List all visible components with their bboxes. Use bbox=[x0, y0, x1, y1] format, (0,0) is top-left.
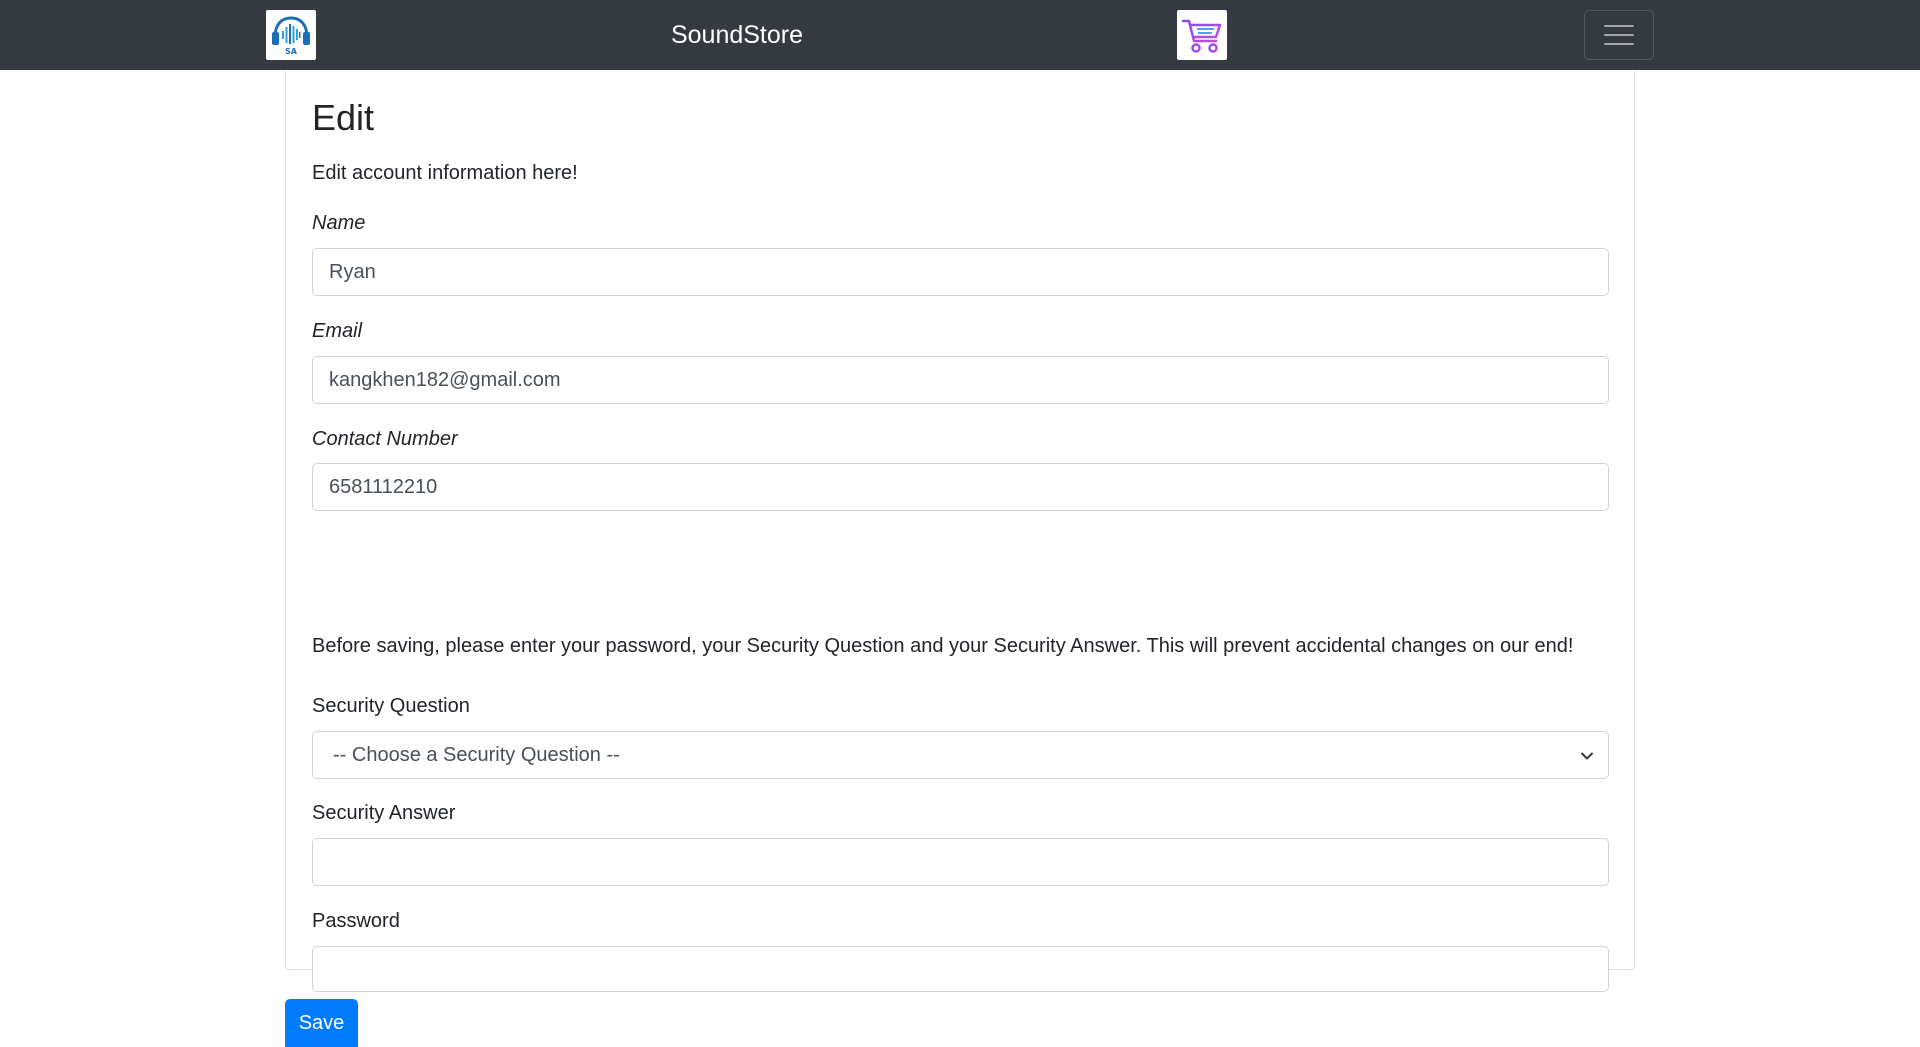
save-notice-text: Before saving, please enter your passwor… bbox=[312, 635, 1574, 657]
page-title: Edit bbox=[312, 97, 375, 138]
cart-button[interactable] bbox=[1177, 10, 1227, 60]
site-logo[interactable]: SA bbox=[266, 10, 316, 60]
hamburger-menu-icon bbox=[1604, 34, 1634, 36]
name-input[interactable] bbox=[312, 248, 1609, 296]
navbar: SA SoundStore bbox=[0, 0, 1920, 70]
brand-name[interactable]: SoundStore bbox=[600, 18, 874, 52]
security-answer-label: Security Answer bbox=[312, 802, 456, 824]
hamburger-menu-icon bbox=[1604, 43, 1634, 45]
security-answer-input[interactable] bbox=[312, 838, 1609, 886]
navbar-toggler-button[interactable] bbox=[1584, 10, 1654, 60]
security-question-select[interactable]: -- Choose a Security Question -- bbox=[312, 731, 1609, 779]
email-label: Email bbox=[312, 320, 363, 342]
shopping-cart-icon bbox=[1181, 19, 1222, 53]
password-label: Password bbox=[312, 910, 400, 932]
password-input[interactable] bbox=[312, 946, 1609, 992]
hamburger-menu-icon bbox=[1604, 25, 1634, 27]
contact-number-label: Contact Number bbox=[312, 428, 458, 450]
edit-account-card: Edit Edit account information here! Name… bbox=[285, 70, 1635, 992]
save-button[interactable]: Save bbox=[285, 999, 358, 1047]
security-question-label: Security Question bbox=[312, 695, 470, 717]
chevron-down-icon bbox=[1581, 752, 1593, 760]
headphones-logo-icon bbox=[272, 15, 310, 45]
security-question-selected: -- Choose a Security Question -- bbox=[333, 744, 620, 766]
logo-text: SA bbox=[285, 46, 297, 56]
email-input[interactable] bbox=[312, 356, 1609, 404]
name-label: Name bbox=[312, 212, 366, 234]
page-subtitle: Edit account information here! bbox=[312, 162, 578, 184]
contact-number-input[interactable] bbox=[312, 463, 1609, 511]
